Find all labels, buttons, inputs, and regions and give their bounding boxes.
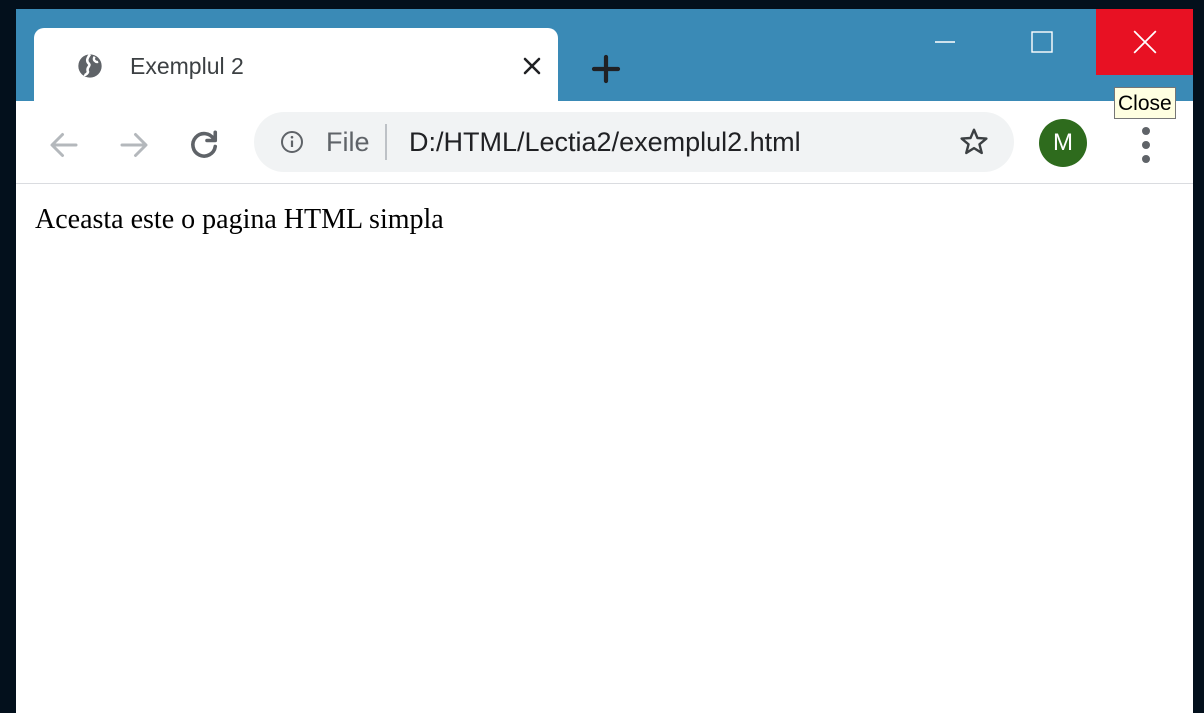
info-icon[interactable]	[280, 130, 304, 154]
page-content: Aceasta este o pagina HTML simpla	[16, 184, 1193, 713]
forward-arrow-icon[interactable]	[116, 127, 152, 163]
page-body-text: Aceasta este o pagina HTML simpla	[35, 204, 444, 235]
bookmark-star-icon[interactable]	[958, 126, 990, 158]
tab-close-icon[interactable]	[520, 54, 544, 78]
browser-window: Exemplul 2 File D:/HTML/Lectia2/exemplul…	[16, 9, 1193, 713]
minimize-icon	[935, 41, 955, 43]
new-tab-icon[interactable]	[588, 51, 624, 87]
back-arrow-icon[interactable]	[46, 127, 82, 163]
close-tooltip: Close	[1114, 87, 1176, 119]
profile-avatar[interactable]: M	[1039, 119, 1087, 167]
title-bar: Exemplul 2	[16, 9, 1193, 104]
address-bar[interactable]: File D:/HTML/Lectia2/exemplul2.html	[254, 112, 1014, 172]
url-text[interactable]: D:/HTML/Lectia2/exemplul2.html	[409, 126, 801, 158]
globe-icon	[78, 53, 102, 78]
more-menu-icon[interactable]	[1130, 123, 1162, 167]
maximize-icon	[1031, 31, 1053, 53]
tab-title: Exemplul 2	[130, 53, 244, 79]
close-button[interactable]	[1096, 9, 1193, 75]
maximize-button[interactable]	[995, 9, 1089, 75]
url-scheme-label: File	[326, 127, 370, 157]
close-icon	[1133, 30, 1156, 54]
browser-tab[interactable]: Exemplul 2	[34, 28, 558, 104]
reload-icon[interactable]	[186, 127, 222, 163]
minimize-button[interactable]	[898, 9, 992, 75]
address-separator	[385, 124, 387, 160]
